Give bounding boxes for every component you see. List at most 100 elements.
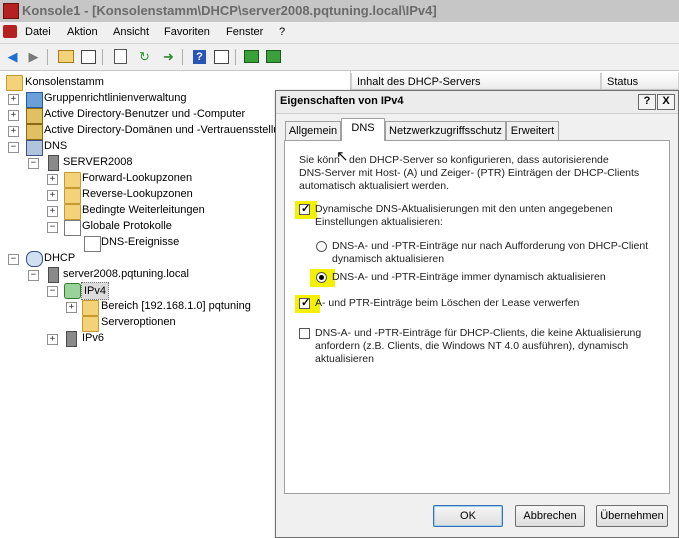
toolbar-separator — [182, 49, 183, 65]
toolbar-separator — [47, 49, 48, 65]
folder-icon — [6, 75, 23, 91]
window-titlebar: Konsole1 - [Konsolenstamm\DHCP\server200… — [0, 0, 679, 23]
folder-icon — [64, 204, 81, 220]
tree-item-server2008[interactable]: SERVER2008 — [63, 154, 133, 170]
server-icon — [48, 267, 59, 283]
menu-aktion[interactable]: Aktion — [67, 26, 98, 38]
menu-fenster[interactable]: Fenster — [226, 26, 263, 38]
tree-item-forward-zones[interactable]: Forward-Lookupzonen — [82, 170, 192, 186]
tree-item-ad-users[interactable]: Active Directory-Benutzer und -Computer — [44, 106, 245, 122]
intro-line-2: DNS-Server mit Host- (A) und Zeiger- (PT… — [299, 167, 640, 179]
network-icon[interactable] — [265, 48, 282, 65]
tab-allgemein[interactable]: Allgemein — [285, 121, 341, 140]
tree-item-reverse-zones[interactable]: Reverse-Lookupzonen — [82, 186, 193, 202]
expand-icon[interactable]: + — [47, 206, 58, 217]
tree-item-dhcp[interactable]: DHCP — [44, 250, 75, 266]
details-pane-header: Inhalt des DHCP-Servers Status — [351, 71, 679, 91]
log-icon — [64, 220, 81, 236]
refresh-icon[interactable]: ↻ — [136, 48, 153, 65]
column-header-status[interactable]: Status — [601, 73, 679, 90]
collapse-icon[interactable]: − — [8, 254, 19, 265]
tree-item-gpo[interactable]: Gruppenrichtlinienverwaltung — [44, 90, 186, 106]
dns-icon — [26, 140, 43, 156]
log-icon — [84, 236, 101, 252]
tab-dns[interactable]: DNS — [341, 118, 385, 141]
folder-icon — [82, 300, 99, 316]
discard-lease-label[interactable]: A- und PTR-Einträge beim Löschen der Lea… — [315, 297, 579, 310]
properties-dialog: Eigenschaften von IPv4 ? X Allgemein DNS… — [275, 90, 679, 538]
column-header-content[interactable]: Inhalt des DHCP-Servers — [351, 73, 601, 90]
ok-button[interactable]: OK — [433, 505, 503, 527]
expand-icon[interactable]: + — [8, 126, 19, 137]
mmc-icon[interactable] — [3, 25, 17, 38]
properties-icon[interactable] — [112, 48, 129, 65]
folder-icon — [64, 172, 81, 188]
radio-on-request[interactable] — [316, 241, 327, 252]
folder-icon — [64, 188, 81, 204]
radio-on-request-label-2[interactable]: dynamisch aktualisieren — [332, 253, 444, 266]
intro-line-1b: den DHCP-Server so konfigurieren, dass a… — [349, 154, 609, 166]
group-policy-icon — [26, 92, 43, 108]
tree-root[interactable]: Konsolenstamm — [25, 74, 104, 90]
tree-item-server-options[interactable]: Serveroptionen — [101, 314, 176, 330]
collapse-icon[interactable]: − — [28, 158, 39, 169]
update-legacy-clients-checkbox[interactable] — [299, 328, 310, 339]
menu-bar: Datei Aktion Ansicht Favoriten Fenster ? — [0, 22, 679, 44]
dyn-update-label-1[interactable]: Dynamische DNS-Aktualisierungen mit den … — [315, 203, 613, 216]
forward-icon[interactable]: ▶ — [25, 48, 42, 65]
radio-always[interactable] — [316, 272, 327, 283]
back-icon[interactable]: ◀ — [4, 48, 21, 65]
expand-icon[interactable]: + — [66, 302, 77, 313]
tab-erweitert[interactable]: Erweitert — [506, 121, 559, 140]
apply-button[interactable]: Übernehmen — [596, 505, 668, 527]
tree-item-conditional-forwarders[interactable]: Bedingte Weiterleitungen — [82, 202, 205, 218]
tree-item-scope[interactable]: Bereich [192.168.1.0] pqtuning — [101, 298, 251, 314]
up-folder-icon[interactable] — [57, 48, 74, 65]
tree-item-ipv6[interactable]: IPv6 — [82, 330, 104, 346]
menu-ansicht[interactable]: Ansicht — [113, 26, 149, 38]
tree-item-dns[interactable]: DNS — [44, 138, 67, 154]
radio-on-request-label-1[interactable]: DNS-A- und -PTR-Einträge nur nach Auffor… — [332, 240, 648, 253]
dialog-help-button[interactable]: ? — [638, 94, 656, 110]
collapse-icon[interactable]: − — [47, 286, 58, 297]
mouse-cursor-icon: ↖ — [336, 148, 349, 165]
expand-icon[interactable]: + — [47, 190, 58, 201]
expand-icon[interactable]: + — [8, 110, 19, 121]
expand-icon[interactable]: + — [8, 94, 19, 105]
discard-lease-checkbox[interactable]: ✓ — [299, 297, 310, 309]
intro-line-1a: Sie könn — [299, 154, 340, 166]
collapse-icon[interactable]: − — [47, 222, 58, 233]
show-tree-icon[interactable] — [80, 48, 97, 65]
expand-icon[interactable]: + — [47, 334, 58, 345]
monitor-icon[interactable] — [243, 48, 260, 65]
collapse-icon[interactable]: − — [8, 142, 19, 153]
tree-item-ad-domains[interactable]: Active Directory-Domänen und -Vertrauens… — [44, 122, 279, 138]
server-icon — [48, 155, 59, 171]
export-icon[interactable]: ➜ — [160, 48, 177, 65]
dyn-update-label-2[interactable]: Einstellungen aktualisieren: — [315, 216, 443, 229]
ipv6-icon — [66, 331, 77, 347]
tab-panel-dns: Sie könn den DHCP-Server so konfiguriere… — [284, 140, 670, 494]
tree-item-dns-events[interactable]: DNS-Ereignisse — [101, 234, 179, 250]
radio-always-label[interactable]: DNS-A- und -PTR-Einträge immer dynamisch… — [332, 271, 606, 284]
dhcp-icon — [26, 251, 43, 267]
collapse-icon[interactable]: − — [28, 270, 39, 281]
help-icon[interactable]: ? — [191, 48, 208, 65]
tab-nap[interactable]: Netzwerkzugriffsschutz — [385, 121, 506, 140]
menu-help[interactable]: ? — [279, 26, 285, 38]
tree-item-dhcp-server[interactable]: server2008.pqtuning.local — [63, 266, 189, 282]
dyn-update-checkbox[interactable]: ✓ — [299, 203, 310, 215]
menu-favoriten[interactable]: Favoriten — [164, 26, 210, 38]
menu-datei[interactable]: Datei — [25, 26, 51, 38]
toolbar-separator — [235, 49, 236, 65]
cancel-button[interactable]: Abbrechen — [515, 505, 585, 527]
dialog-close-button[interactable]: X — [657, 94, 675, 110]
update-legacy-label-1[interactable]: DNS-A- und -PTR-Einträge für DHCP-Client… — [315, 327, 641, 340]
expand-icon[interactable]: + — [47, 174, 58, 185]
dialog-title: Eigenschaften von IPv4 — [280, 95, 404, 107]
update-legacy-label-2[interactable]: anfordern (z.B. Clients, die Windows NT … — [315, 340, 628, 353]
show-action-icon[interactable] — [213, 48, 230, 65]
tree-item-global-logs[interactable]: Globale Protokolle — [82, 218, 172, 234]
update-legacy-label-3[interactable]: aktualisieren — [315, 353, 374, 366]
toolbar-separator — [102, 49, 103, 65]
